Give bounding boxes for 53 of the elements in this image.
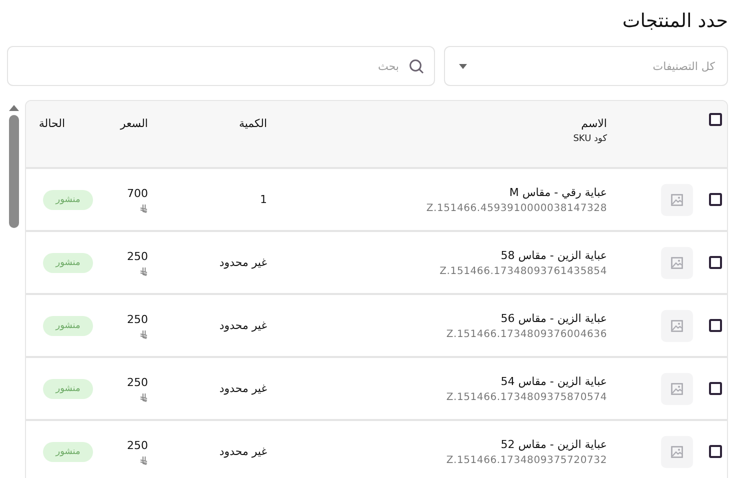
status-badge: منشور bbox=[43, 190, 93, 210]
search-icon bbox=[409, 58, 424, 74]
caret-icon bbox=[459, 64, 467, 68]
checkbox[interactable] bbox=[709, 193, 722, 206]
column-header: الكمية bbox=[238, 117, 267, 130]
product-sku: Z.151466.1734809375870574 bbox=[445, 392, 607, 402]
price-cell-text: 250 bbox=[126, 376, 148, 388]
quantity-cell-text: 1 bbox=[259, 193, 267, 206]
image-icon bbox=[671, 194, 683, 206]
product-sku: Z.151466.1734809376004636 bbox=[445, 328, 607, 340]
scrollbar-thumb[interactable] bbox=[9, 115, 19, 228]
quantity-cell-text: غير محدود bbox=[218, 445, 267, 458]
quantity-cell-text: غير محدود bbox=[218, 382, 267, 395]
price-cell-text: 250 bbox=[126, 250, 148, 262]
column-header: السعر bbox=[118, 117, 148, 130]
currency-icon bbox=[140, 330, 148, 338]
product-name: عباية الزين - مقاس 56 bbox=[500, 312, 607, 324]
checkbox[interactable] bbox=[709, 113, 722, 126]
quantity-cell-text: غير محدود bbox=[218, 256, 267, 269]
price-cell-text: 250 bbox=[126, 312, 148, 326]
status-badge: منشور bbox=[43, 252, 93, 272]
page-title: حدد المنتجات bbox=[621, 10, 728, 32]
product-sku: Z.151466.1734809375720732 bbox=[445, 454, 607, 466]
product-name: عباية الزين - مقاس 54 bbox=[500, 374, 607, 388]
image-icon bbox=[671, 446, 683, 458]
search-field[interactable]: بحث bbox=[7, 46, 435, 86]
currency-icon bbox=[140, 266, 148, 276]
currency-icon bbox=[140, 456, 148, 464]
currency-icon bbox=[140, 204, 148, 212]
image-icon bbox=[671, 320, 683, 332]
category-select[interactable]: كل التصنيفات bbox=[444, 46, 728, 86]
quantity-cell-text: غير محدود bbox=[218, 319, 267, 332]
checkbox[interactable] bbox=[709, 256, 722, 269]
price-cell-text: 700 bbox=[126, 186, 148, 200]
product-sku: Z.151466.4593910000038147328 bbox=[425, 202, 607, 214]
currency-icon bbox=[140, 392, 148, 402]
image-icon bbox=[671, 256, 683, 268]
image-icon bbox=[671, 382, 683, 394]
checkbox[interactable] bbox=[709, 382, 722, 395]
column-subheader: كود SKU bbox=[572, 134, 607, 144]
status-badge: منشور bbox=[43, 316, 93, 336]
price-cell-text: 250 bbox=[126, 438, 148, 452]
column-header: الحالة bbox=[38, 117, 65, 130]
column-header: الاسم bbox=[580, 117, 607, 130]
checkbox[interactable] bbox=[709, 319, 722, 332]
product-name: عباية الزين - مقاس 52 bbox=[500, 438, 607, 450]
checkbox[interactable] bbox=[709, 445, 722, 458]
scroll-up-icon[interactable] bbox=[9, 105, 19, 111]
product-name: عباية رقي - مقاس M bbox=[508, 186, 607, 198]
status-badge: منشور bbox=[43, 378, 93, 398]
product-name: عباية الزين - مقاس 58 bbox=[500, 248, 607, 262]
product-sku: Z.151466.17348093761435854 bbox=[438, 266, 607, 276]
status-badge: منشور bbox=[43, 442, 93, 462]
